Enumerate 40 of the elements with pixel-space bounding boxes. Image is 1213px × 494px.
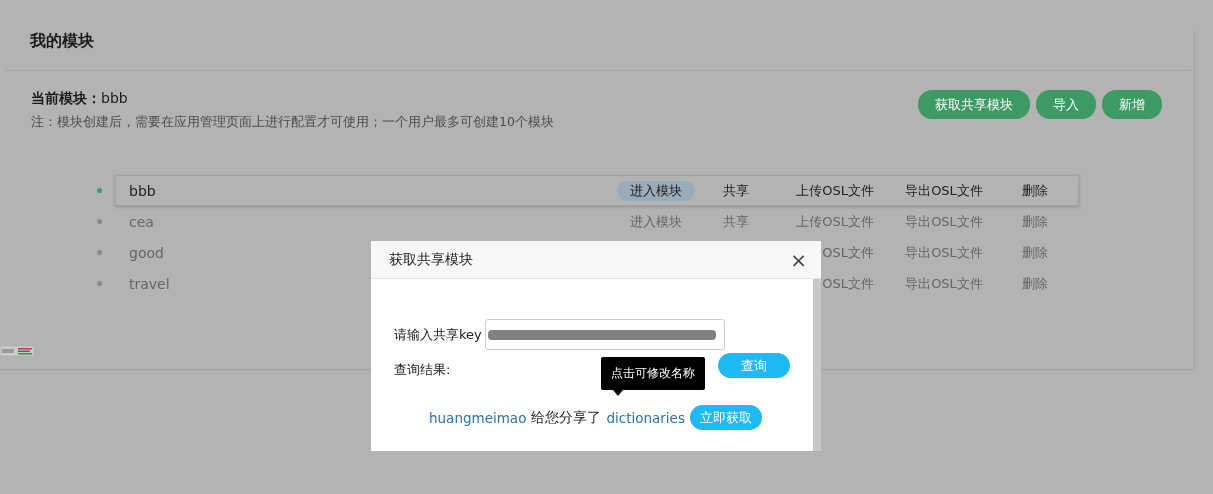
result-label: 查询结果: (394, 361, 451, 379)
row-action-link[interactable]: 上传OSL文件 (796, 180, 874, 201)
row-action-link[interactable]: 导出OSL文件 (905, 242, 983, 263)
module-name: cea (129, 213, 154, 230)
row-action-link[interactable]: 删除 (1022, 273, 1048, 294)
key-input-field[interactable] (484, 319, 725, 350)
row-action-link[interactable]: 删除 (1022, 211, 1048, 232)
row-action-link[interactable]: 删除 (1022, 242, 1048, 263)
row-action-link[interactable]: 共享 (723, 211, 749, 232)
row-action-link[interactable]: 导出OSL文件 (905, 273, 983, 294)
share-text: 给您分享了 (531, 408, 602, 427)
row-action-link[interactable]: OSL文件 (822, 242, 874, 263)
page-title: 我的模块 (30, 30, 94, 52)
row-action-link[interactable]: OSL文件 (822, 273, 874, 294)
row-action-link[interactable]: 进入模块 (617, 180, 695, 201)
module-name: travel (129, 275, 170, 292)
dialog-title: 获取共享模块 (389, 250, 473, 269)
key-label: 请输入共享key (394, 325, 482, 344)
tooltip: 点击可修改名称 (601, 357, 705, 390)
row-action-link[interactable]: 导出OSL文件 (905, 180, 983, 201)
get-button[interactable]: 立即获取 (689, 405, 762, 430)
user-link[interactable]: huangmeimao (429, 409, 527, 426)
module-link[interactable]: dictionaries (606, 409, 685, 426)
action-button[interactable]: 新增 (1102, 90, 1162, 119)
action-button[interactable]: 导入 (1036, 90, 1096, 119)
row-action-link[interactable]: 删除 (1022, 180, 1048, 201)
module-row[interactable]: cea 进入模块 共享 上传OSL文件 导出OSL文件 删除 (115, 206, 1079, 237)
query-button[interactable]: 查询 (718, 353, 790, 378)
tooltip-arrow-icon (613, 390, 623, 396)
module-row[interactable]: bbb 进入模块 共享 上传OSL文件 导出OSL文件 删除 (115, 175, 1079, 206)
row-action-link[interactable]: 进入模块 (630, 211, 682, 232)
current-module: 当前模块：bbb (31, 90, 129, 108)
action-button[interactable]: 获取共享模块 (918, 90, 1030, 119)
module-name: bbb (129, 182, 156, 199)
close-button[interactable]: × (786, 249, 811, 270)
row-action-link[interactable]: 共享 (723, 180, 749, 201)
mini-chart-icon (0, 346, 34, 356)
row-action-link[interactable]: 导出OSL文件 (905, 211, 983, 232)
scrollbar[interactable] (813, 279, 821, 451)
row-action-link[interactable]: 上传OSL文件 (796, 211, 874, 232)
